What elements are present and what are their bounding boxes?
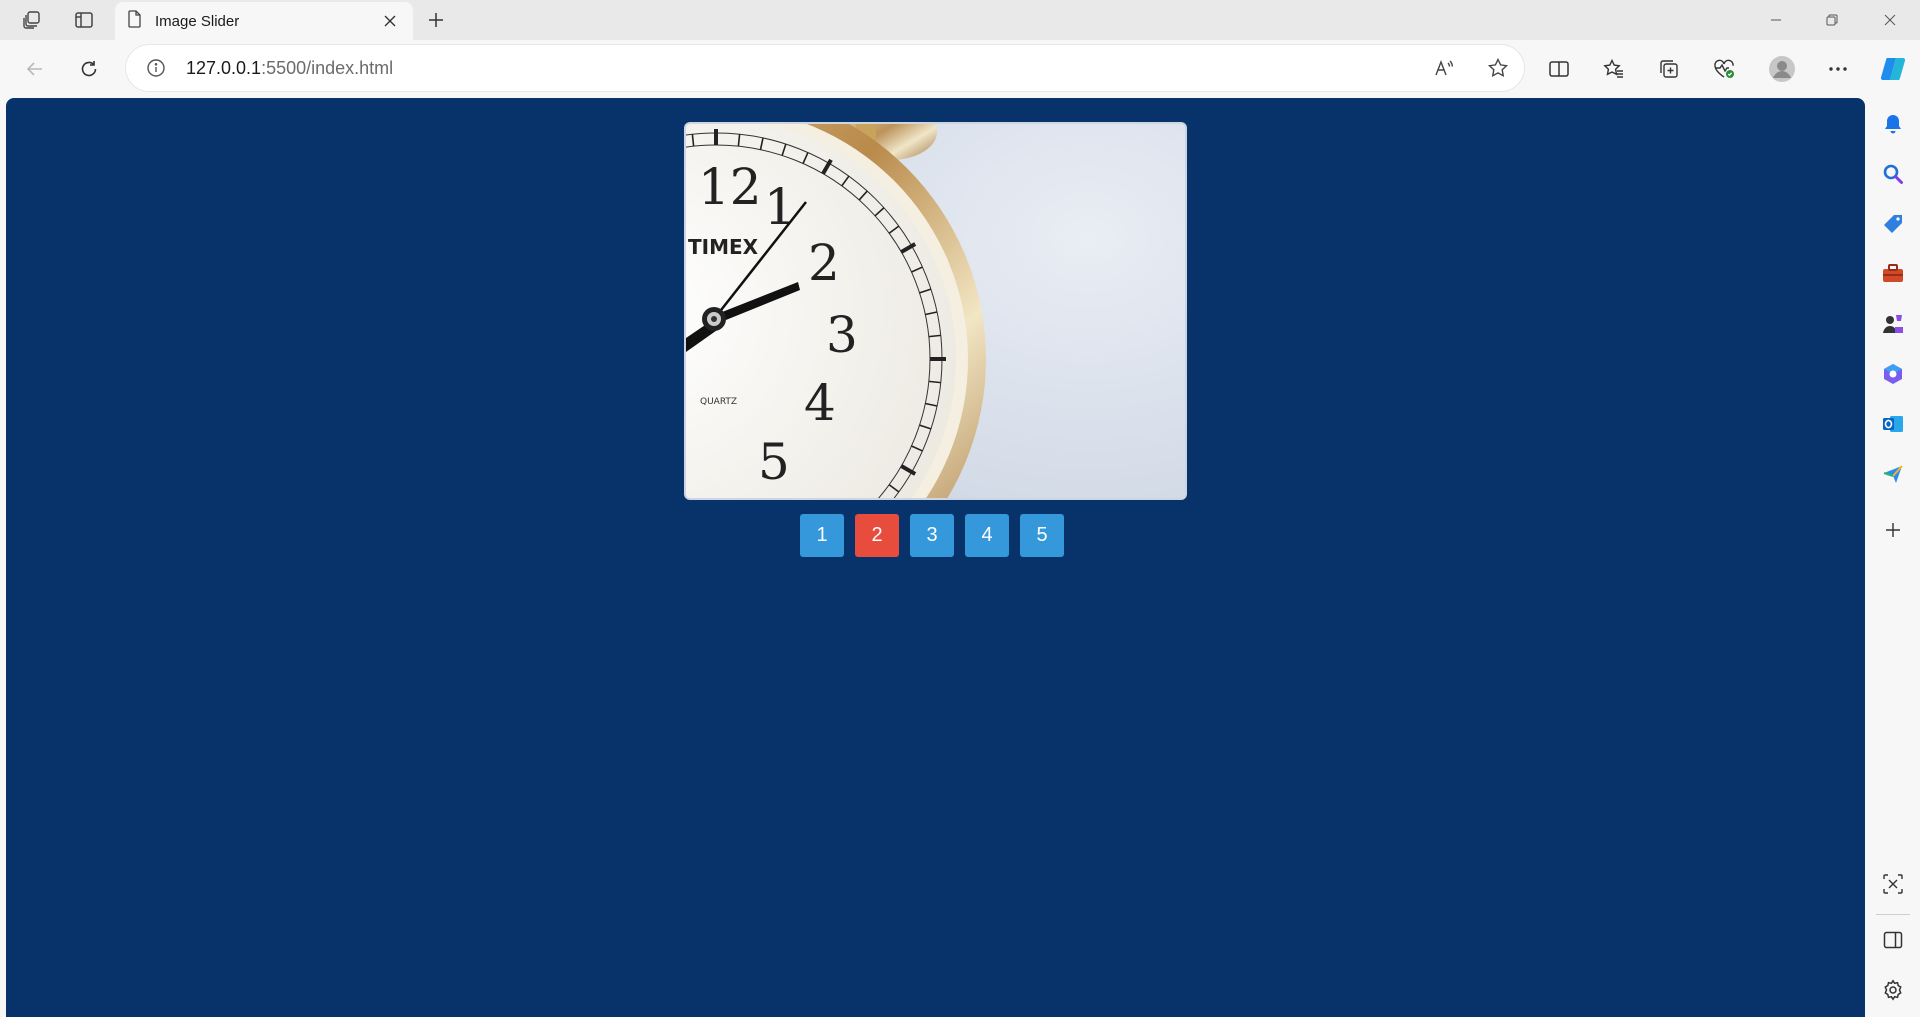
send-icon[interactable]: [1877, 458, 1909, 490]
back-icon[interactable]: [17, 51, 53, 87]
copilot-icon[interactable]: [1875, 51, 1911, 87]
sidebar-divider: [1876, 914, 1910, 915]
read-aloud-icon[interactable]: [1428, 52, 1460, 84]
tab-title: Image Slider: [155, 12, 240, 30]
more-icon[interactable]: [1820, 51, 1856, 87]
browser-essentials-icon[interactable]: [1706, 51, 1742, 87]
favorite-star-icon[interactable]: [1482, 52, 1514, 84]
tools-icon[interactable]: [1877, 258, 1909, 290]
refresh-icon[interactable]: [71, 51, 107, 87]
active-tab[interactable]: Image Slider: [115, 2, 413, 40]
slide-1-button[interactable]: 1: [800, 514, 844, 557]
url-path: :5500/index.html: [261, 58, 394, 78]
tab-strip: Image Slider: [0, 0, 1920, 40]
clock-numeral-1: 1: [764, 178, 796, 236]
clock-numeral-5: 5: [758, 433, 790, 491]
info-icon[interactable]: [144, 56, 168, 80]
games-icon[interactable]: [1877, 308, 1909, 340]
url-text[interactable]: 127.0.0.1:5500/index.html: [186, 58, 393, 79]
clock-quartz-label: QUARTZ: [700, 397, 737, 407]
close-icon[interactable]: [379, 10, 401, 32]
address-bar[interactable]: 127.0.0.1:5500/index.html: [126, 45, 1524, 91]
alarm-clock-photo: 12 1 2 3 4 5 TIMEX QUARTZ: [686, 124, 1185, 498]
microsoft-365-icon[interactable]: [1877, 358, 1909, 390]
bell-icon[interactable]: [1877, 108, 1909, 140]
clock-numeral-12: 12: [698, 158, 762, 216]
add-icon[interactable]: [1877, 514, 1909, 546]
collections-icon[interactable]: [1651, 51, 1687, 87]
slide-4-button[interactable]: 4: [965, 514, 1009, 557]
edge-sidebar: [1866, 98, 1920, 1017]
minimize-icon[interactable]: [1748, 0, 1804, 40]
clock-numeral-4: 4: [804, 374, 836, 432]
vertical-tabs-icon[interactable]: [68, 6, 100, 34]
clock-numeral-2: 2: [808, 234, 840, 292]
outlook-icon[interactable]: [1877, 408, 1909, 440]
slide-3-button[interactable]: 3: [910, 514, 954, 557]
clock-numeral-3: 3: [826, 306, 858, 364]
sidebar-toggle-icon[interactable]: [1877, 924, 1909, 956]
page-icon: [127, 9, 143, 33]
clock-brand: TIMEX: [688, 235, 759, 259]
restore-icon[interactable]: [1804, 0, 1860, 40]
settings-icon[interactable]: [1877, 974, 1909, 1006]
search-icon[interactable]: [1877, 158, 1909, 190]
slider-image: 12 1 2 3 4 5 TIMEX QUARTZ: [684, 122, 1187, 500]
close-window-icon[interactable]: [1862, 0, 1918, 40]
workspaces-icon[interactable]: [16, 6, 48, 34]
split-screen-icon[interactable]: [1541, 51, 1577, 87]
favorites-icon[interactable]: [1596, 51, 1632, 87]
slide-2-button[interactable]: 2: [855, 514, 899, 557]
slide-5-button[interactable]: 5: [1020, 514, 1064, 557]
page-viewport: 12 1 2 3 4 5 TIMEX QUARTZ 1 2 3 4 5: [6, 98, 1865, 1017]
screenshot-icon[interactable]: [1877, 868, 1909, 900]
slider-buttons: 1 2 3 4 5: [800, 514, 1064, 557]
browser-toolbar: 127.0.0.1:5500/index.html: [0, 40, 1920, 98]
shopping-tag-icon[interactable]: [1877, 208, 1909, 240]
profile-icon[interactable]: [1764, 51, 1800, 87]
url-host: 127.0.0.1: [186, 58, 262, 78]
plus-icon[interactable]: [420, 6, 452, 34]
